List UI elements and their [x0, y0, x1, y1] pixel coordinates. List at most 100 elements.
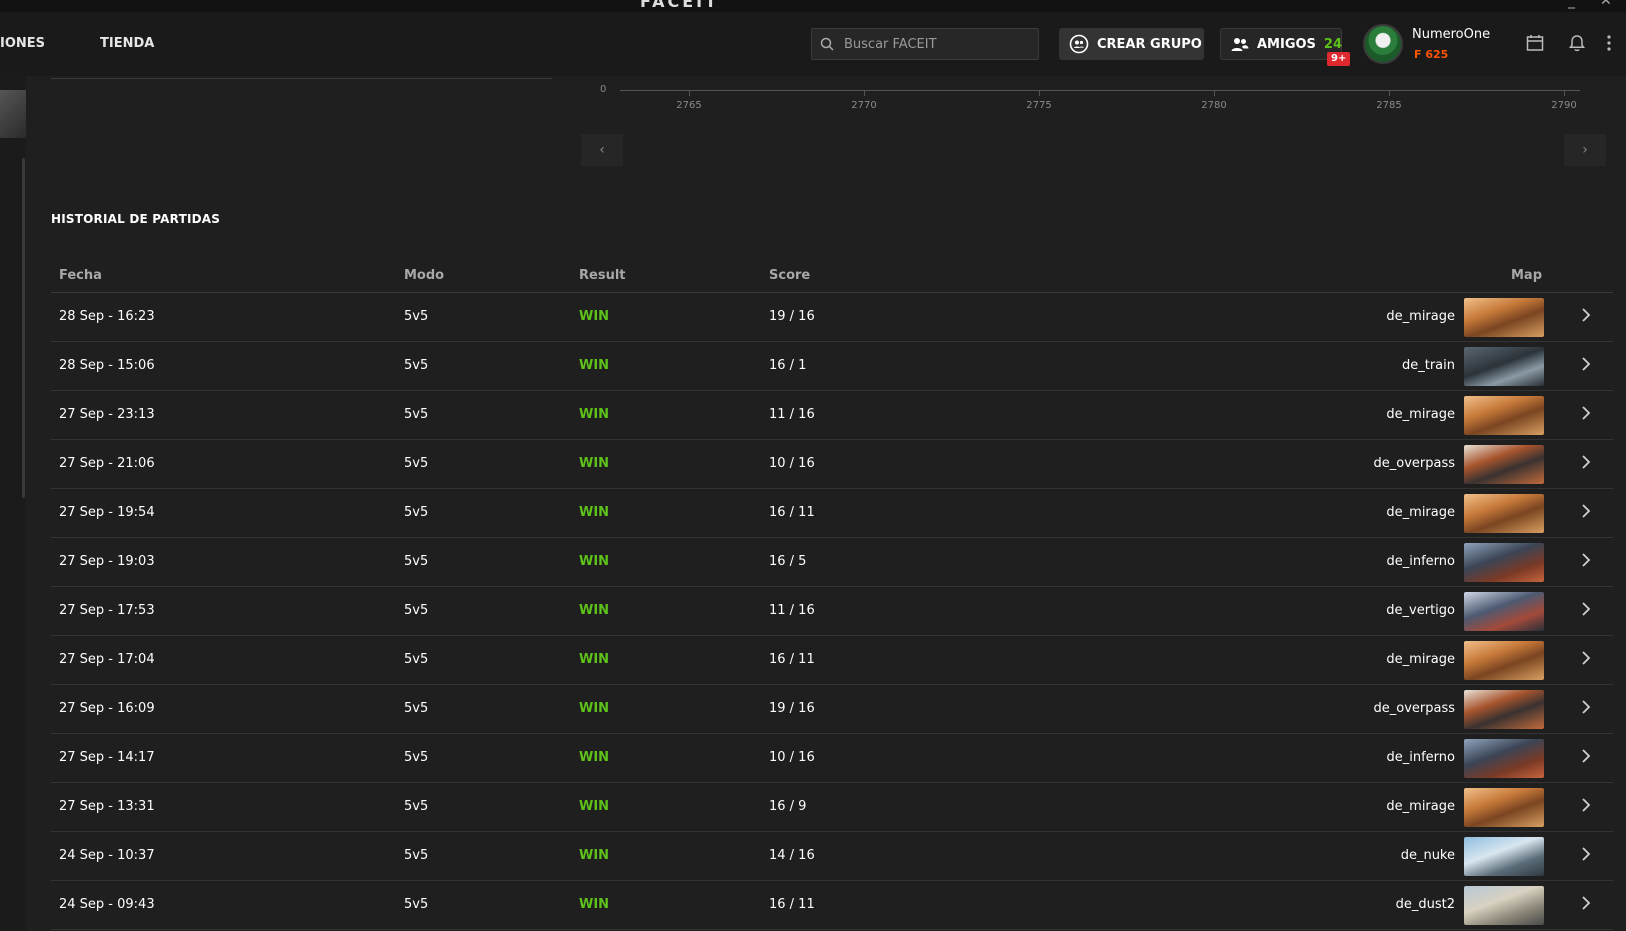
chevron-right-icon[interactable]: [1581, 846, 1591, 866]
chevron-right-icon[interactable]: [1581, 356, 1591, 376]
create-group-button[interactable]: CREAR GRUPO: [1059, 28, 1204, 60]
match-score: 10 / 16: [769, 750, 815, 765]
table-row[interactable]: 27 Sep - 19:54 5v5 WIN 16 / 11 de_mirage: [51, 489, 1613, 538]
match-score: 16 / 11: [769, 505, 815, 520]
match-mode: 5v5: [404, 456, 429, 471]
match-score: 10 / 16: [769, 456, 815, 471]
match-date: 27 Sep - 23:13: [59, 407, 155, 422]
table-row[interactable]: 27 Sep - 23:13 5v5 WIN 11 / 16 de_mirage: [51, 391, 1613, 440]
chevron-right-icon[interactable]: [1581, 405, 1591, 425]
match-date: 27 Sep - 16:09: [59, 701, 155, 716]
map-thumbnail: [1464, 837, 1544, 876]
match-result: WIN: [579, 701, 610, 716]
match-date: 27 Sep - 21:06: [59, 456, 155, 471]
section-title: HISTORIAL DE PARTIDAS: [51, 212, 221, 226]
match-mode: 5v5: [404, 554, 429, 569]
calendar-icon[interactable]: [1526, 34, 1544, 56]
search-box[interactable]: [811, 28, 1039, 60]
match-map: de_dust2: [1395, 897, 1455, 912]
friends-label: AMIGOS: [1257, 36, 1316, 52]
sidebar-thumbnail[interactable]: [0, 90, 26, 138]
match-mode: 5v5: [404, 505, 429, 520]
map-thumbnail: [1464, 543, 1544, 582]
bell-icon[interactable]: [1568, 34, 1586, 56]
chevron-right-icon[interactable]: [1581, 503, 1591, 523]
col-score: Score: [769, 268, 811, 283]
match-date: 24 Sep - 10:37: [59, 848, 155, 863]
table-row[interactable]: 24 Sep - 10:37 5v5 WIN 14 / 16 de_nuke: [51, 832, 1613, 881]
notification-badge: 9+: [1327, 52, 1351, 66]
map-thumbnail: [1464, 396, 1544, 435]
match-mode: 5v5: [404, 897, 429, 912]
more-options-icon[interactable]: [1606, 34, 1612, 56]
table-row[interactable]: 27 Sep - 17:53 5v5 WIN 11 / 16 de_vertigo: [51, 587, 1613, 636]
table-row[interactable]: 27 Sep - 14:17 5v5 WIN 10 / 16 de_inferno: [51, 734, 1613, 783]
table-row[interactable]: 24 Sep - 09:43 5v5 WIN 16 / 11 de_dust2: [51, 881, 1613, 930]
match-score: 16 / 11: [769, 897, 815, 912]
match-map: de_mirage: [1386, 505, 1455, 520]
minimize-icon[interactable]: _: [1568, 0, 1575, 9]
match-mode: 5v5: [404, 309, 429, 324]
match-map: de_overpass: [1373, 456, 1455, 471]
chevron-right-icon[interactable]: [1581, 699, 1591, 719]
map-thumbnail: [1464, 788, 1544, 827]
match-map: de_mirage: [1386, 309, 1455, 324]
match-result: WIN: [579, 554, 610, 569]
table-row[interactable]: 28 Sep - 16:23 5v5 WIN 19 / 16 de_mirage: [51, 293, 1613, 342]
match-map: de_overpass: [1373, 701, 1455, 716]
match-date: 24 Sep - 09:43: [59, 897, 155, 912]
chevron-right-icon[interactable]: [1581, 454, 1591, 474]
chart-next-button[interactable]: ›: [1564, 134, 1606, 166]
table-row[interactable]: 27 Sep - 19:03 5v5 WIN 16 / 5 de_inferno: [51, 538, 1613, 587]
username[interactable]: NumeroOne: [1412, 27, 1490, 42]
chart-tick: [1389, 90, 1390, 96]
chevron-right-icon[interactable]: [1581, 797, 1591, 817]
close-icon[interactable]: ✕: [1600, 0, 1612, 9]
sidebar-scrollbar[interactable]: [22, 158, 25, 498]
match-result: WIN: [579, 407, 610, 422]
match-date: 28 Sep - 15:06: [59, 358, 155, 373]
chevron-right-icon[interactable]: [1581, 748, 1591, 768]
chart-tick-label: 2775: [1026, 100, 1052, 111]
chart-tick-label: 2785: [1376, 100, 1402, 111]
table-row[interactable]: 27 Sep - 16:09 5v5 WIN 19 / 16 de_overpass: [51, 685, 1613, 734]
divider: [51, 78, 552, 79]
table-row[interactable]: 27 Sep - 21:06 5v5 WIN 10 / 16 de_overpass: [51, 440, 1613, 489]
col-map: Map: [1510, 268, 1542, 283]
chevron-right-icon[interactable]: [1581, 895, 1591, 915]
match-score: 11 / 16: [769, 603, 815, 618]
chevron-right-icon[interactable]: [1581, 307, 1591, 327]
match-date: 27 Sep - 17:04: [59, 652, 155, 667]
col-mode: Modo: [404, 268, 445, 283]
friends-button[interactable]: AMIGOS 24: [1220, 28, 1342, 60]
chart-tick: [864, 90, 865, 96]
elo-chart: 0 2765 2770 2775 2780 2785 2790: [600, 76, 1580, 126]
chart-prev-button[interactable]: ‹: [581, 134, 623, 166]
match-score: 11 / 16: [769, 407, 815, 422]
table-row[interactable]: 27 Sep - 13:31 5v5 WIN 16 / 9 de_mirage: [51, 783, 1613, 832]
nav-item-shop[interactable]: TIENDA: [100, 36, 154, 51]
match-result: WIN: [579, 309, 610, 324]
chart-tick-label: 2780: [1201, 100, 1227, 111]
search-input[interactable]: [844, 36, 1024, 52]
map-thumbnail: [1464, 347, 1544, 386]
nav-item-partial[interactable]: IONES: [0, 36, 45, 51]
chevron-right-icon[interactable]: [1581, 601, 1591, 621]
avatar[interactable]: [1363, 24, 1403, 64]
match-score: 16 / 11: [769, 652, 815, 667]
table-body: 28 Sep - 16:23 5v5 WIN 19 / 16 de_mirage 28 S…: [51, 293, 1613, 930]
chart-x-axis: [620, 90, 1580, 91]
match-map: de_mirage: [1386, 799, 1455, 814]
chevron-right-icon[interactable]: [1581, 552, 1591, 572]
table-row[interactable]: 27 Sep - 17:04 5v5 WIN 16 / 11 de_mirage: [51, 636, 1613, 685]
faceit-points-icon: F: [1414, 48, 1422, 61]
match-mode: 5v5: [404, 652, 429, 667]
chevron-right-icon[interactable]: [1581, 650, 1591, 670]
table-row[interactable]: 28 Sep - 15:06 5v5 WIN 16 / 1 de_train: [51, 342, 1613, 391]
match-date: 27 Sep - 17:53: [59, 603, 155, 618]
match-score: 14 / 16: [769, 848, 815, 863]
match-result: WIN: [579, 750, 610, 765]
chart-tick: [1564, 90, 1565, 96]
match-mode: 5v5: [404, 799, 429, 814]
match-score: 16 / 9: [769, 799, 807, 814]
